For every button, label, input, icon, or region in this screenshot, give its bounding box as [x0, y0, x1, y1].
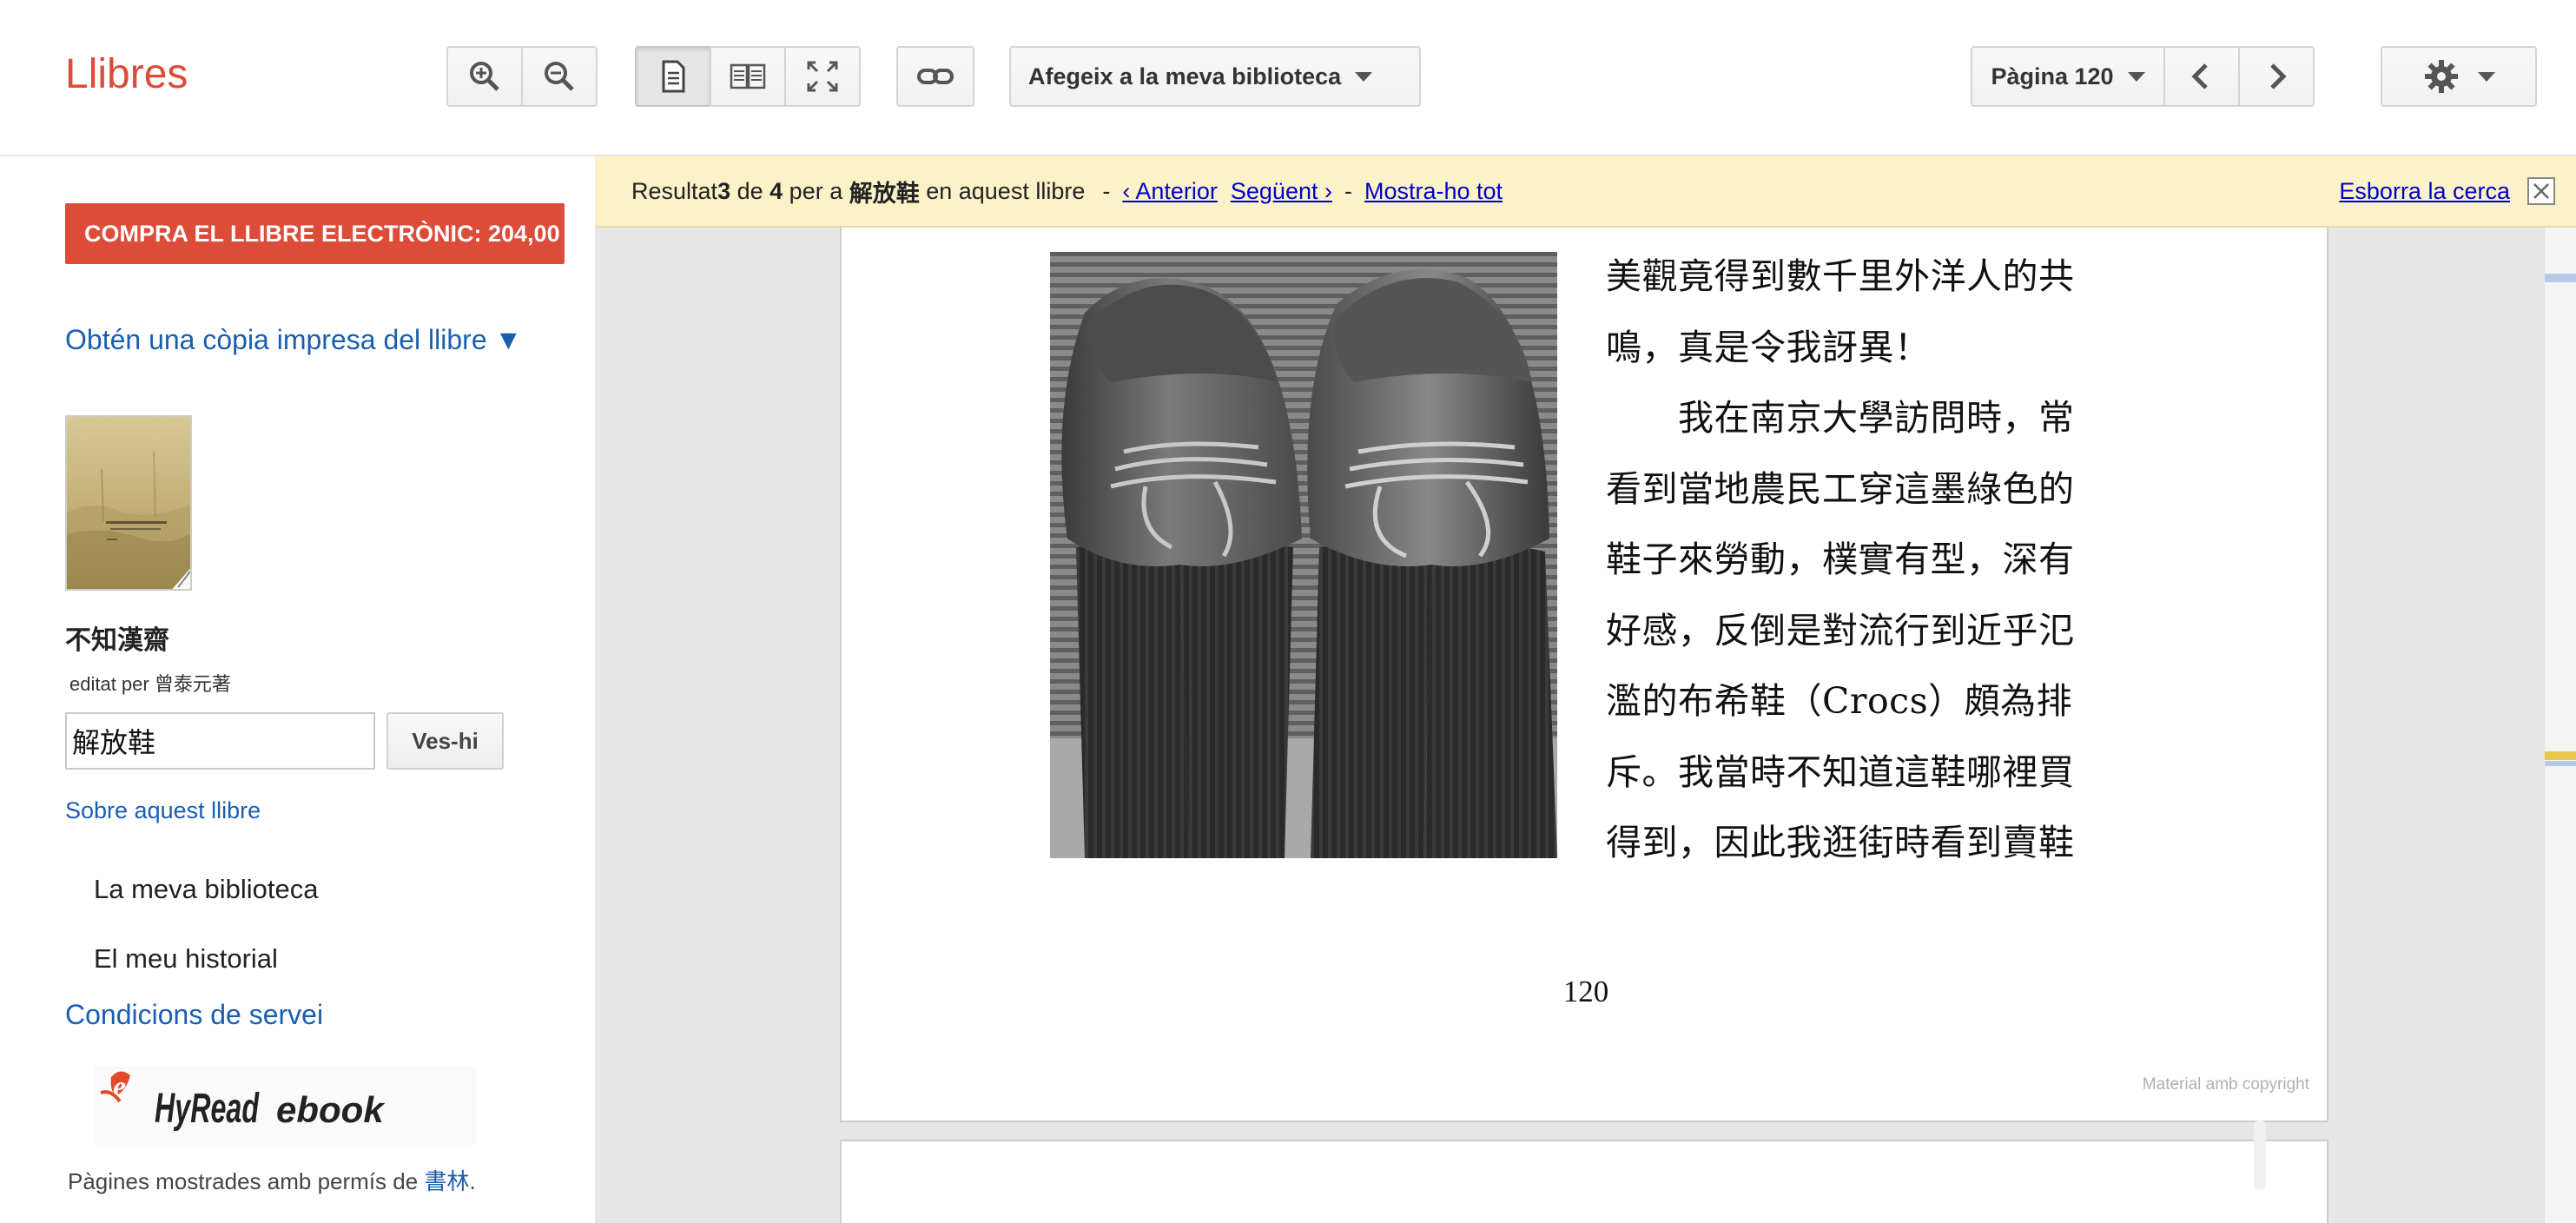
search-hit-marker[interactable]: [2545, 761, 2576, 766]
search-in-book-input[interactable]: [65, 712, 375, 770]
left-sidebar: COMPRA EL LLIBRE ELECTRÒNIC: 204,00 Obté…: [0, 156, 593, 1223]
fullscreen-icon: [807, 61, 838, 92]
result-query: 解放鞋: [849, 180, 920, 208]
book-cover-image: [67, 417, 190, 589]
result-of: de: [730, 177, 770, 204]
scroll-track[interactable]: [2545, 228, 2576, 1223]
close-search-bar-button[interactable]: [2527, 177, 2555, 205]
search-hit-marker[interactable]: [2545, 751, 2576, 760]
chevron-right-icon: [2270, 63, 2287, 89]
close-icon: [2533, 183, 2549, 199]
text-line: 鳴，真是令我訝異！: [1606, 326, 1931, 368]
two-page-icon: [730, 63, 766, 89]
my-library-link[interactable]: La meva biblioteca: [94, 874, 319, 905]
single-page-icon: [662, 60, 685, 93]
terms-of-service-link[interactable]: Condicions de servei: [65, 999, 323, 1031]
svg-text:HyRead: HyRead: [155, 1086, 260, 1132]
book-title: 不知漢齋: [65, 626, 169, 655]
publisher-logo[interactable]: e HyRead ebook: [68, 1067, 476, 1145]
previous-page-button[interactable]: [2163, 46, 2240, 107]
my-history-link[interactable]: El meu historial: [94, 943, 278, 975]
buy-ebook-button[interactable]: COMPRA EL LLIBRE ELECTRÒNIC: 204,00: [65, 203, 565, 264]
result-current: 3: [717, 177, 731, 204]
result-suffix: en aquest llibre: [919, 177, 1086, 204]
page-text: 美觀竟得到數千里外洋人的共 鳴，真是令我訝異！ 我在南京大學訪問時，常 看到當地…: [1606, 241, 2092, 879]
scroll-thumb[interactable]: [2254, 1121, 2266, 1190]
search-results-bar: Resultat 3 de 4 per a 解放鞋 en aquest llib…: [595, 156, 2576, 228]
app-logo[interactable]: Llibres: [65, 50, 188, 98]
single-page-view-button[interactable]: [635, 46, 711, 107]
about-book-link[interactable]: Sobre aquest llibre: [65, 797, 261, 824]
result-prefix: Resultat: [631, 177, 718, 204]
permission-prefix: Pàgines mostrades amb permís de: [68, 1168, 425, 1194]
text-line: 美觀竟得到數千里外洋人的共: [1606, 255, 2075, 297]
dash-separator: -: [1102, 177, 1111, 204]
book-viewer: Resultat 3 de 4 per a 解放鞋 en aquest llib…: [595, 156, 2576, 1223]
text-line: 得到，因此我逛街時看到賣鞋: [1606, 822, 2075, 863]
page-selector-label: Pàgina 120: [1991, 63, 2114, 89]
settings-button[interactable]: [2381, 46, 2537, 107]
text-line: 好感，反倒是對流行到近乎氾: [1606, 609, 2075, 651]
link-icon: [917, 69, 954, 84]
add-to-library-label: Afegeix a la meva biblioteca: [1028, 63, 1342, 89]
publisher-link[interactable]: 書林: [424, 1168, 469, 1194]
permission-suffix: .: [469, 1168, 476, 1194]
scroll-marker[interactable]: [2545, 274, 2576, 282]
zoom-in-icon: [470, 62, 499, 91]
book-cover-thumbnail[interactable]: [65, 415, 192, 591]
book-page: 美觀竟得到數千里外洋人的共 鳴，真是令我訝異！ 我在南京大學訪問時，常 看到當地…: [840, 228, 2328, 1122]
page-selector-dropdown[interactable]: Pàgina 120: [1971, 46, 2165, 107]
page-photo: [1050, 252, 1557, 858]
chevron-down-icon: [2478, 71, 2495, 82]
gear-icon: [2425, 60, 2458, 93]
search-go-button[interactable]: Ves-hi: [386, 712, 504, 770]
permission-text: Pàgines mostrades amb permís de 書林.: [68, 1164, 476, 1196]
link-button[interactable]: [896, 46, 974, 107]
hyread-logo-image: e HyRead ebook: [68, 1067, 476, 1145]
next-book-page: [840, 1140, 2328, 1223]
show-all-link[interactable]: Mostra-ho tot: [1364, 178, 1503, 205]
text-line: 濫的布希鞋（Crocs）頗為排: [1606, 680, 2073, 722]
book-editor: editat per 曾泰元著: [69, 673, 231, 695]
page-number: 120: [1562, 975, 1609, 1008]
zoom-out-icon: [545, 62, 574, 91]
get-print-copy-link[interactable]: Obtén una còpia impresa del llibre ▼: [65, 324, 522, 356]
text-line: 斥。我當時不知道這鞋哪裡買: [1606, 750, 2075, 793]
chevron-left-icon: [2191, 63, 2208, 89]
fullscreen-button[interactable]: [784, 46, 861, 107]
shoes-photo-image: [1050, 252, 1557, 858]
text-line: 看到當地農民工穿這墨綠色的: [1606, 467, 2075, 510]
next-page-button[interactable]: [2238, 46, 2315, 107]
previous-result-link[interactable]: ‹ Anterior: [1122, 178, 1218, 205]
zoom-out-button[interactable]: [521, 46, 598, 107]
result-per-a: per a: [783, 177, 849, 204]
chevron-down-icon: [2127, 71, 2145, 82]
zoom-in-button[interactable]: [446, 46, 523, 107]
clear-search-link[interactable]: Esborra la cerca: [2339, 178, 2510, 205]
dash-separator: -: [1344, 177, 1352, 204]
text-line: 我在南京大學訪問時，常: [1606, 397, 2075, 439]
two-page-view-button[interactable]: [710, 46, 786, 107]
chevron-down-icon: [1355, 71, 1373, 82]
add-to-library-button[interactable]: Afegeix a la meva biblioteca: [1009, 46, 1421, 107]
result-total: 4: [769, 177, 783, 204]
text-line: 鞋子來勞動，樸實有型，深有: [1606, 539, 2075, 580]
top-toolbar: Llibres Afegeix a la meva biblioteca Pàg…: [0, 0, 2576, 156]
copyright-notice: Material amb copyright: [2142, 1075, 2309, 1094]
next-result-link[interactable]: Següent ›: [1231, 178, 1332, 205]
svg-text:ebook: ebook: [276, 1089, 386, 1130]
